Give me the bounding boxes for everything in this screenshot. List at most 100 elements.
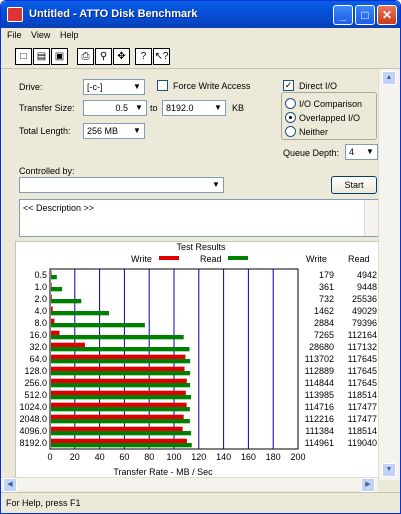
menu-help[interactable]: Help — [60, 30, 79, 40]
x-axis-label: Transfer Rate - MB / Sec — [113, 467, 213, 477]
controlled-by-select[interactable]: ▼ — [19, 177, 224, 193]
read-value: 118514 — [348, 426, 377, 436]
scroll-up-icon[interactable]: ▲ — [382, 71, 396, 85]
maximize-button[interactable]: □ — [355, 5, 375, 25]
chevron-down-icon[interactable]: ▼ — [132, 101, 146, 115]
write-value: 114844 — [305, 378, 334, 388]
category-label: 64.0 — [29, 354, 47, 364]
x-tick-label: 200 — [290, 452, 305, 462]
chevron-down-icon[interactable]: ▼ — [363, 145, 377, 159]
total-length-select[interactable]: 256 MB ▼ — [83, 123, 145, 139]
results-title: Test Results — [176, 242, 226, 252]
read-bar — [51, 407, 190, 412]
category-label: 128.0 — [24, 366, 47, 376]
print-preview-icon[interactable]: ⚲ — [95, 48, 112, 65]
save-icon[interactable]: ▣ — [51, 48, 68, 65]
read-legend-label: Read — [200, 254, 222, 264]
category-label: 512.0 — [24, 390, 47, 400]
transfer-to-select[interactable]: 8192.0 ▼ — [162, 100, 226, 116]
write-bar — [51, 390, 186, 395]
context-help-icon[interactable]: ↖? — [153, 48, 170, 65]
write-bar — [51, 342, 85, 347]
category-label: 8.0 — [34, 318, 47, 328]
category-label: 8192.0 — [19, 438, 47, 448]
category-label: 16.0 — [29, 330, 47, 340]
drive-select[interactable]: [-c-] ▼ — [83, 79, 145, 95]
menu-file[interactable]: File — [7, 30, 22, 40]
transfer-from-select[interactable]: 0.5 ▼ — [83, 100, 147, 116]
results-chart: Test Results Write Read Write Read 0 20 40… — [19, 242, 377, 477]
write-bar — [51, 402, 187, 407]
move-icon[interactable]: ✥ — [113, 48, 130, 65]
write-value: 114716 — [305, 402, 334, 412]
write-value: 732 — [319, 294, 334, 304]
kb-label: KB — [232, 103, 245, 113]
read-value: 119040 — [348, 438, 377, 448]
write-value: 113702 — [305, 354, 334, 364]
scroll-right-icon[interactable]: ▶ — [361, 478, 375, 492]
write-column-header: Write — [306, 254, 327, 264]
read-value: 117132 — [348, 342, 377, 352]
write-value: 28680 — [309, 342, 334, 352]
read-bar — [51, 323, 145, 328]
read-bar — [51, 419, 190, 424]
new-icon[interactable]: □ — [15, 48, 32, 65]
help-icon[interactable]: ? — [135, 48, 152, 65]
window-horizontal-scrollbar[interactable]: ◀ ▶ — [1, 477, 378, 492]
minimize-button[interactable]: _ — [333, 5, 353, 25]
chevron-down-icon[interactable]: ▼ — [130, 124, 144, 138]
start-button[interactable]: Start — [331, 176, 377, 194]
drive-label: Drive: — [19, 82, 43, 92]
read-value: 117645 — [348, 366, 377, 376]
write-bar — [51, 414, 184, 419]
toolbar: □ ▤ ▣ ⎙ ⚲ ✥ ? ↖? — [1, 45, 400, 69]
chevron-down-icon[interactable]: ▼ — [209, 178, 223, 192]
description-scrollbar[interactable] — [364, 200, 378, 236]
write-value: 361 — [319, 282, 334, 292]
category-label: 1.0 — [34, 282, 47, 292]
read-value: 9448 — [357, 282, 377, 292]
write-bar — [51, 282, 52, 287]
write-legend-swatch — [159, 256, 179, 260]
category-label: 32.0 — [29, 342, 47, 352]
window-vertical-scrollbar[interactable]: ▲ ▼ — [378, 69, 400, 480]
chevron-down-icon[interactable]: ▼ — [211, 101, 225, 115]
x-tick-label: 120 — [191, 452, 206, 462]
read-bar — [51, 443, 192, 448]
category-label: 2.0 — [34, 294, 47, 304]
write-bar — [51, 330, 60, 335]
close-button[interactable]: ✕ — [377, 5, 397, 25]
force-write-label: Force Write Access — [173, 81, 251, 91]
app-icon — [7, 7, 23, 22]
window-title: Untitled - ATTO Disk Benchmark — [29, 8, 198, 20]
category-label: 256.0 — [24, 378, 47, 388]
controlled-by-label: Controlled by: — [19, 166, 75, 176]
read-bar — [51, 371, 191, 376]
chevron-down-icon[interactable]: ▼ — [130, 80, 144, 94]
open-icon[interactable]: ▤ — [33, 48, 50, 65]
read-bar — [51, 275, 57, 280]
scroll-left-icon[interactable]: ◀ — [3, 478, 17, 492]
write-value: 7265 — [314, 330, 334, 340]
read-value: 25536 — [352, 294, 377, 304]
app-window: Untitled - ATTO Disk Benchmark _ □ ✕ Fil… — [0, 0, 401, 514]
write-bar — [51, 354, 186, 359]
write-bar — [51, 426, 183, 431]
x-tick-label: 60 — [119, 452, 129, 462]
print-icon[interactable]: ⎙ — [77, 48, 94, 65]
neither-radio[interactable] — [285, 126, 296, 137]
menu-bar: File View Help — [1, 28, 400, 44]
write-value: 112216 — [305, 414, 334, 424]
scroll-down-icon[interactable]: ▼ — [382, 463, 396, 477]
overlapped-io-radio[interactable] — [285, 112, 296, 123]
io-comparison-radio[interactable] — [285, 98, 296, 109]
menu-view[interactable]: View — [31, 30, 50, 40]
x-tick-label: 100 — [166, 452, 181, 462]
to-label: to — [150, 103, 158, 113]
direct-io-checkbox[interactable]: ✓ — [283, 80, 294, 91]
write-value: 113985 — [305, 390, 334, 400]
force-write-checkbox[interactable] — [157, 80, 168, 91]
title-bar[interactable]: Untitled - ATTO Disk Benchmark _ □ ✕ — [1, 1, 400, 28]
description-box[interactable]: << Description >> — [19, 199, 378, 237]
queue-depth-select[interactable]: 4 ▼ — [345, 144, 378, 160]
